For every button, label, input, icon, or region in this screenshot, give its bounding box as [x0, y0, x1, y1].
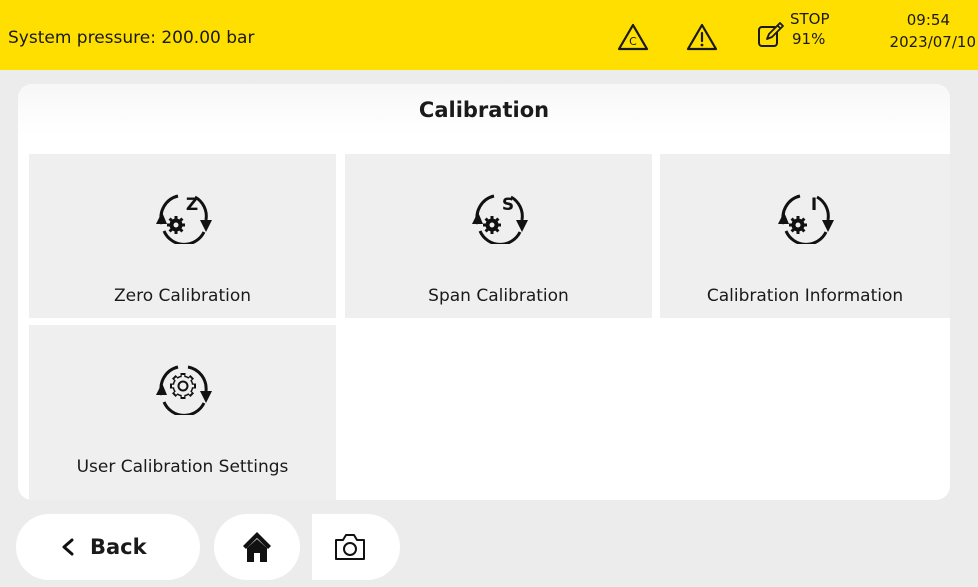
- zero-calibration-icon: Z: [155, 194, 212, 244]
- chevron-left-icon: [62, 538, 74, 556]
- status-bar: System pressure: 200.00 bar C STOP 91% 0…: [0, 0, 978, 70]
- span-calibration-label: Span Calibration: [428, 286, 569, 306]
- calibration-panel: Calibration Z Zero Calibration S Span Ca…: [18, 84, 950, 500]
- clock-date: 2023/07/10: [889, 33, 976, 51]
- user-calibration-settings-label: User Calibration Settings: [76, 457, 289, 477]
- zero-icon-letter: Z: [185, 195, 197, 215]
- zero-calibration-tile[interactable]: Z Zero Calibration: [29, 154, 336, 318]
- screenshot-button[interactable]: [312, 514, 400, 580]
- back-button-label: Back: [90, 535, 147, 559]
- clock: 09:54 2023/07/10: [838, 9, 978, 53]
- back-button[interactable]: Back: [16, 514, 200, 580]
- run-state-label: STOP: [790, 10, 830, 28]
- home-button[interactable]: [214, 514, 300, 580]
- edit-icon[interactable]: [756, 20, 786, 50]
- page-title: Calibration: [18, 84, 950, 134]
- calibration-information-tile[interactable]: I Calibration Information: [660, 154, 950, 318]
- camera-icon: [335, 534, 365, 560]
- calibration-warning-icon[interactable]: C: [617, 22, 649, 52]
- clock-time: 09:54: [906, 11, 950, 29]
- user-calibration-settings-tile[interactable]: User Calibration Settings: [29, 325, 336, 500]
- calibration-information-icon: I: [778, 194, 834, 244]
- user-calibration-settings-icon: [155, 365, 212, 415]
- run-state-percent: 91%: [792, 30, 826, 48]
- calibration-indicator-letter: C: [629, 35, 637, 48]
- warning-icon[interactable]: [686, 22, 718, 52]
- information-icon-letter: I: [811, 195, 817, 215]
- run-state: STOP 91%: [790, 9, 830, 49]
- span-icon-letter: S: [501, 195, 513, 215]
- span-calibration-tile[interactable]: S Span Calibration: [345, 154, 652, 318]
- home-icon: [243, 532, 271, 562]
- span-calibration-icon: S: [471, 194, 528, 244]
- zero-calibration-label: Zero Calibration: [113, 286, 252, 306]
- calibration-information-label: Calibration Information: [706, 286, 904, 306]
- system-pressure-text: System pressure: 200.00 bar: [8, 28, 255, 48]
